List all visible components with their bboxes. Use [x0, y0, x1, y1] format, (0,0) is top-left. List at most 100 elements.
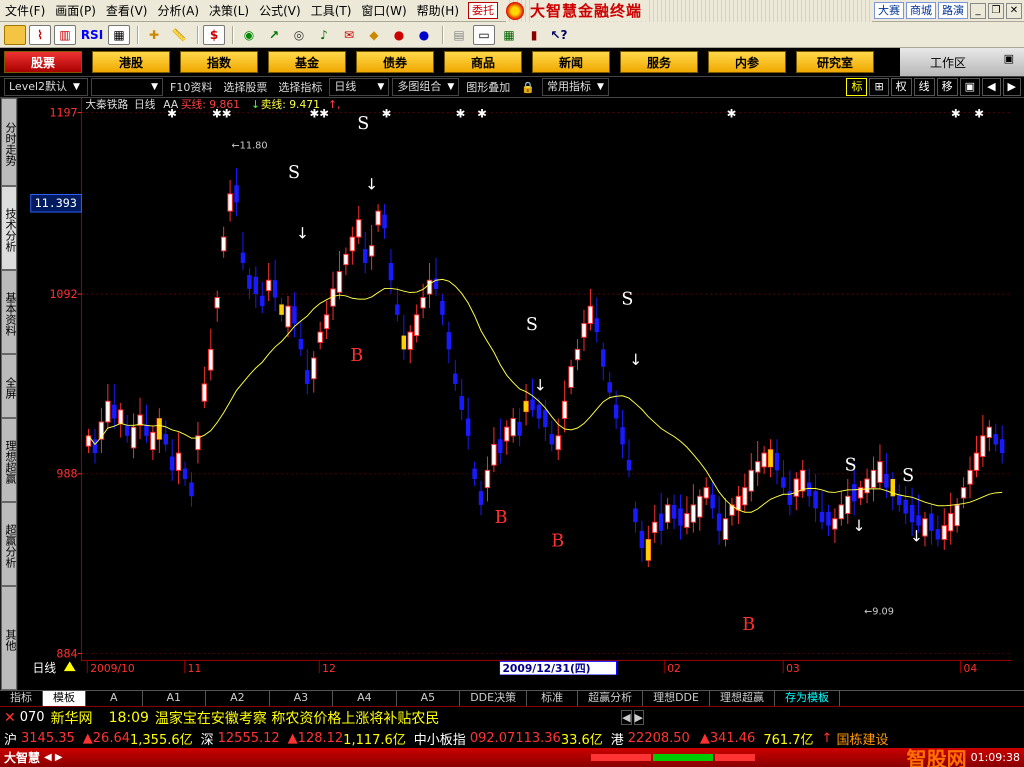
news-prev-icon[interactable]: ◀ [621, 710, 632, 725]
nav-bonds[interactable]: 债券 [356, 51, 434, 73]
select-stock-button[interactable]: 选择股票 [219, 79, 271, 95]
sz-index[interactable]: 12555.12 [218, 731, 288, 746]
window-icon[interactable]: ▭ [473, 24, 495, 45]
tab-indicator[interactable]: 指标 [0, 691, 43, 706]
books-icon[interactable]: ▮ [523, 25, 545, 45]
tab-minute-trend[interactable]: 分时走势 [1, 98, 17, 186]
tab-ideal-super-win[interactable]: 理想超赢 [710, 691, 775, 706]
tab-a4[interactable]: A4 [333, 691, 397, 706]
overlay-button[interactable]: 图形叠加 [462, 79, 514, 95]
nav-news[interactable]: 新闻 [532, 51, 610, 73]
common-indicator-select[interactable]: 常用指标 ▼ [541, 78, 609, 96]
tab-a1[interactable]: A1 [143, 691, 207, 706]
sh-index[interactable]: 3145.35 [21, 731, 83, 746]
menu-file[interactable]: 文件(F) [0, 2, 50, 19]
nav-hk-stocks[interactable]: 港股 [92, 51, 170, 73]
tab-standard[interactable]: 标准 [527, 691, 579, 706]
nav-index[interactable]: 指数 [180, 51, 258, 73]
tab-basic-info[interactable]: 基本资料 [1, 270, 17, 354]
tab-technical-analysis[interactable]: 技术分析 [1, 186, 17, 270]
tab-other[interactable]: 其他 [1, 586, 17, 690]
news-source[interactable]: 新华网 [51, 708, 109, 728]
nav-services[interactable]: 服务 [620, 51, 698, 73]
mid-index[interactable]: 092.07 [470, 731, 516, 746]
menu-window[interactable]: 窗口(W) [356, 2, 411, 19]
move-button[interactable]: 移 [936, 78, 958, 96]
nav-stocks[interactable]: 股票 [4, 51, 82, 73]
menu-tools[interactable]: 工具(T) [306, 2, 357, 19]
minimize-icon[interactable]: _ [970, 2, 986, 19]
tab-fullscreen[interactable]: 全屏 [1, 354, 17, 418]
open-folder-icon[interactable] [4, 24, 26, 45]
monitor-icon[interactable]: ◉ [238, 25, 260, 45]
tab-super-win-analysis[interactable]: 超赢分析 [578, 691, 644, 706]
tab-template[interactable]: 模板 [43, 691, 86, 706]
red-circle-icon[interactable]: ● [388, 25, 410, 45]
kline-chart[interactable]: 1197 1092 988 884 11.393 S ↓ S ↓ S ↓ S ↓ S ↓ S ↓ B B B B ✱… [18, 98, 1024, 675]
news-next-icon[interactable]: ▶ [633, 710, 644, 725]
contest-button[interactable]: 大赛 [874, 2, 904, 19]
workarea-panel[interactable]: 工作区 ▣ [900, 48, 1024, 76]
ruler-icon[interactable]: 📏 [168, 25, 190, 45]
tab-a[interactable]: A [86, 691, 143, 706]
nav-insider[interactable]: 内参 [708, 51, 786, 73]
tab-dde-decision[interactable]: DDE决策 [460, 691, 528, 706]
window-toggle-icon[interactable]: ▣ [959, 78, 981, 96]
mail-icon[interactable]: ✉ [338, 25, 360, 45]
blue-circle-icon[interactable]: ● [413, 25, 435, 45]
menu-view-page[interactable]: 画面(P) [50, 2, 101, 19]
f10-button[interactable]: F10资料 [166, 79, 216, 95]
nav-commodities[interactable]: 商品 [444, 51, 522, 73]
lock-icon[interactable]: 🔒 [517, 81, 539, 94]
level-select[interactable]: Level2默认 ▼ [4, 78, 88, 96]
next-icon[interactable]: ▶ [1002, 78, 1021, 96]
mark-button[interactable]: 标 [846, 78, 868, 96]
status-brand[interactable]: 大智慧 [0, 749, 44, 766]
crosshair-icon[interactable]: ✚ [143, 25, 165, 45]
code-select[interactable]: ▼ [91, 78, 163, 96]
prev-icon[interactable]: ◀ [982, 78, 1001, 96]
nav-funds[interactable]: 基金 [268, 51, 346, 73]
help-pointer-icon[interactable]: ↖? [548, 25, 570, 45]
calculator-icon[interactable]: ▦ [498, 25, 520, 45]
period-select[interactable]: 日线 ▼ [329, 78, 390, 96]
tab-ideal-win[interactable]: 理想超赢 [1, 418, 17, 502]
minute-chart-icon[interactable]: ⌇ [29, 24, 51, 45]
tab-a3[interactable]: A3 [270, 691, 334, 706]
menu-help[interactable]: 帮助(H) [412, 2, 464, 19]
mall-button[interactable]: 商城 [906, 2, 936, 19]
workarea-close-icon[interactable]: ▣ [1004, 52, 1014, 65]
dollar-icon[interactable]: $ [203, 24, 225, 45]
menu-formula[interactable]: 公式(V) [254, 2, 306, 19]
nav-research[interactable]: 研究室 [796, 51, 874, 73]
menu-view[interactable]: 查看(V) [101, 2, 153, 19]
hk-index[interactable]: 22208.50 [628, 731, 700, 746]
restore-icon[interactable]: ❐ [988, 2, 1004, 19]
grid-icon[interactable]: ▦ [108, 24, 130, 45]
tab-a5[interactable]: A5 [397, 691, 461, 706]
news-close-icon[interactable]: ✕ [0, 710, 20, 726]
tab-a2[interactable]: A2 [206, 691, 270, 706]
notepad-icon[interactable]: ▤ [448, 25, 470, 45]
chart-up-icon[interactable]: ↗ [263, 25, 285, 45]
menu-analysis[interactable]: 分析(A) [152, 2, 204, 19]
tab-ideal-dde[interactable]: 理想DDE [643, 691, 710, 706]
rsi-icon[interactable]: RSI [79, 25, 105, 45]
status-dropdown-icon[interactable]: ◀ ▶ [44, 752, 71, 763]
tab-super-win[interactable]: 超赢分析 [1, 502, 17, 586]
rights-button[interactable]: 权 [890, 78, 912, 96]
crosshair-toggle-icon[interactable]: ⊞ [869, 78, 889, 96]
news-tail[interactable]: 国栋建设 [832, 729, 888, 748]
menu-decision[interactable]: 决策(L) [204, 2, 254, 19]
roadshow-button[interactable]: 路演 [938, 2, 968, 19]
news-headline[interactable]: 温家宝在安徽考察 称农资价格上涨将补贴农民 [155, 708, 439, 728]
line-button[interactable]: 线 [913, 78, 935, 96]
multi-chart-select[interactable]: 多图组合 ▼ [392, 78, 460, 96]
save-template-button[interactable]: 存为模板 [775, 691, 840, 706]
select-indicator-button[interactable]: 选择指标 [274, 79, 326, 95]
diamond-icon[interactable]: ◆ [363, 25, 385, 45]
binoculars-icon[interactable]: ◎ [288, 25, 310, 45]
entrust-button[interactable]: 委托 [468, 2, 499, 19]
kline-chart-icon[interactable]: ▥ [54, 24, 76, 45]
bell-icon[interactable]: ♪ [313, 25, 335, 45]
